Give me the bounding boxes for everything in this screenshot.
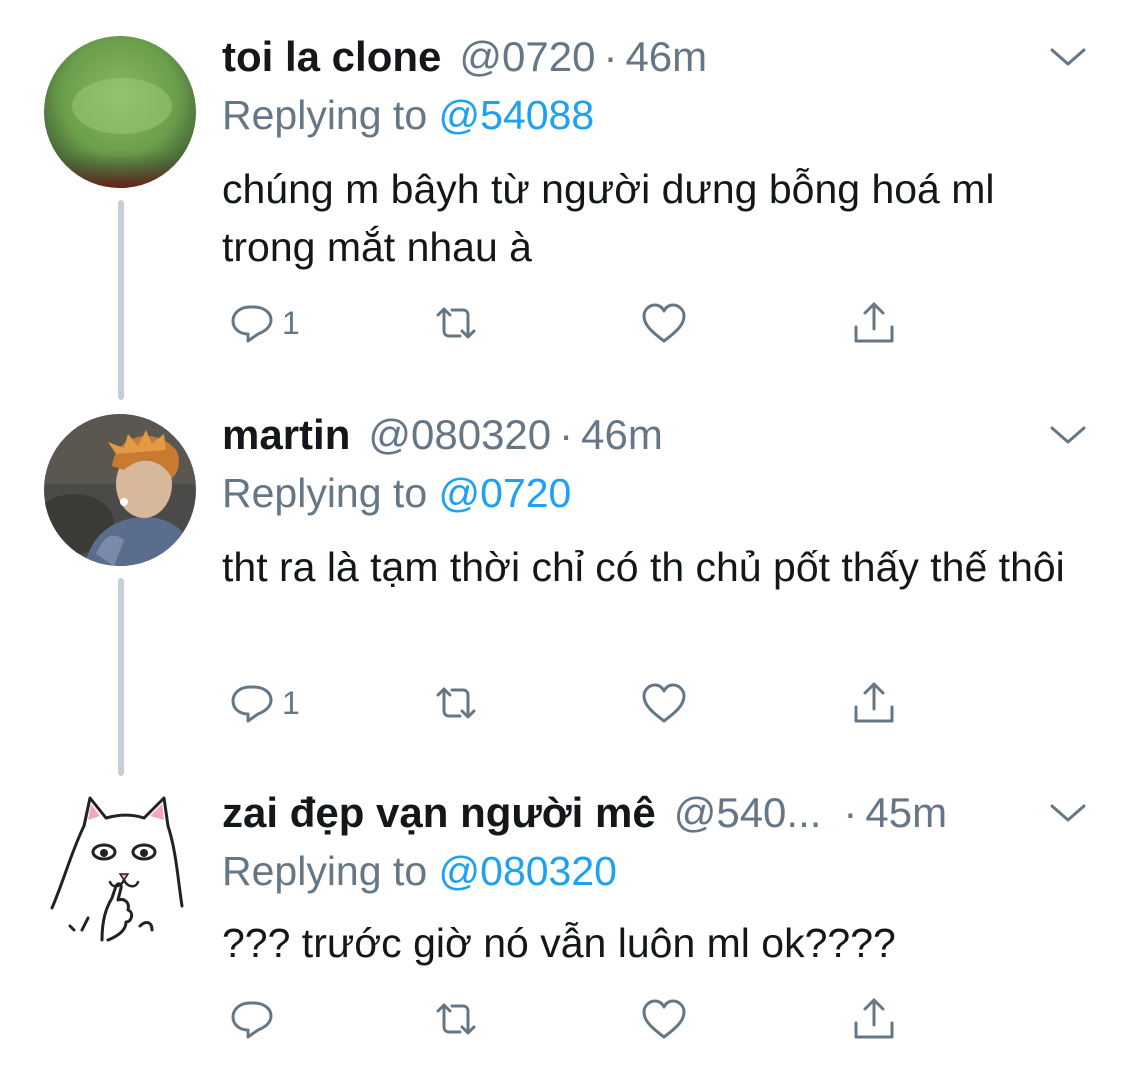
action-bar: 1 bbox=[228, 678, 928, 728]
retweet-button[interactable] bbox=[432, 678, 480, 728]
tweet-text: chúng m bâyh từ người dưng bỗng hoá ml t… bbox=[222, 166, 995, 270]
heart-icon bbox=[642, 683, 686, 723]
user-handle[interactable]: @080320 bbox=[368, 410, 551, 460]
share-icon bbox=[854, 998, 894, 1039]
mention-link[interactable]: @0720 bbox=[439, 470, 572, 516]
display-name[interactable]: martin bbox=[222, 410, 350, 460]
avatar[interactable] bbox=[44, 414, 196, 566]
mention-link[interactable]: @54088 bbox=[439, 92, 595, 138]
share-icon bbox=[854, 302, 894, 343]
timestamp[interactable]: 45m bbox=[865, 788, 947, 838]
reply-button[interactable] bbox=[228, 994, 282, 1044]
retweet-icon bbox=[436, 687, 476, 719]
like-button[interactable] bbox=[640, 298, 688, 348]
reply-count: 1 bbox=[282, 305, 300, 341]
like-button[interactable] bbox=[640, 994, 688, 1044]
chevron-down-icon[interactable] bbox=[1048, 798, 1088, 828]
retweet-button[interactable] bbox=[432, 994, 480, 1044]
tweet[interactable]: zai đẹp vạn người mê @540... · 45m Reply… bbox=[0, 760, 1124, 1072]
separator-dot: · bbox=[603, 33, 618, 80]
avatar[interactable] bbox=[44, 36, 196, 188]
reply-count: 1 bbox=[282, 685, 300, 721]
green-blurry-avatar-icon bbox=[44, 36, 196, 188]
reply-icon bbox=[231, 305, 273, 343]
replying-to-label: Replying to bbox=[222, 92, 428, 138]
replying-to: Replying to @54088 bbox=[222, 90, 594, 140]
reply-button[interactable]: 1 bbox=[228, 298, 300, 348]
timestamp[interactable]: 46m bbox=[581, 410, 663, 460]
reply-icon bbox=[231, 685, 273, 723]
separator-dot: · bbox=[559, 411, 574, 458]
like-button[interactable] bbox=[640, 678, 688, 728]
separator-dot: · bbox=[843, 789, 858, 836]
chevron-down-icon[interactable] bbox=[1048, 42, 1088, 72]
replying-to-label: Replying to bbox=[222, 470, 428, 516]
display-name[interactable]: toi la clone bbox=[222, 32, 441, 82]
heart-icon bbox=[642, 303, 686, 343]
user-handle[interactable]: @0720 bbox=[459, 32, 595, 82]
person-photo-avatar-icon bbox=[44, 414, 196, 566]
user-handle[interactable]: @540... bbox=[674, 788, 822, 838]
tweet[interactable]: toi la clone @0720 · 46m Replying to @54… bbox=[0, 0, 1124, 380]
share-button[interactable] bbox=[850, 994, 898, 1044]
retweet-icon bbox=[436, 307, 476, 339]
tweet-header: zai đẹp vạn người mê @540... · 45m bbox=[222, 788, 947, 838]
tweet-header: toi la clone @0720 · 46m bbox=[222, 32, 707, 82]
tweet-header: martin @080320 · 46m bbox=[222, 410, 663, 460]
reply-icon bbox=[231, 1001, 273, 1039]
share-icon bbox=[854, 682, 894, 723]
mention-link[interactable]: @080320 bbox=[439, 848, 617, 894]
action-bar bbox=[228, 994, 928, 1044]
share-button[interactable] bbox=[850, 298, 898, 348]
share-button[interactable] bbox=[850, 678, 898, 728]
heart-icon bbox=[642, 999, 686, 1039]
display-name[interactable]: zai đẹp vạn người mê bbox=[222, 788, 656, 838]
replying-to: Replying to @080320 bbox=[222, 846, 617, 896]
chevron-down-icon[interactable] bbox=[1048, 420, 1088, 450]
action-bar: 1 bbox=[228, 298, 928, 348]
reply-button[interactable]: 1 bbox=[228, 678, 300, 728]
replying-to-label: Replying to bbox=[222, 848, 428, 894]
avatar[interactable] bbox=[44, 790, 196, 942]
replying-to: Replying to @0720 bbox=[222, 468, 571, 518]
tweet-text: tht ra là tạm thời chỉ có th chủ pốt thấ… bbox=[222, 544, 1065, 590]
tweet[interactable]: martin @080320 · 46m Replying to @0720 t… bbox=[0, 380, 1124, 760]
retweet-icon bbox=[436, 1003, 476, 1035]
retweet-button[interactable] bbox=[432, 298, 480, 348]
tweet-text: ??? trước giờ nó vẫn luôn ml ok???? bbox=[222, 920, 896, 966]
cat-sketch-avatar-icon bbox=[44, 790, 196, 942]
timestamp[interactable]: 46m bbox=[625, 32, 707, 82]
